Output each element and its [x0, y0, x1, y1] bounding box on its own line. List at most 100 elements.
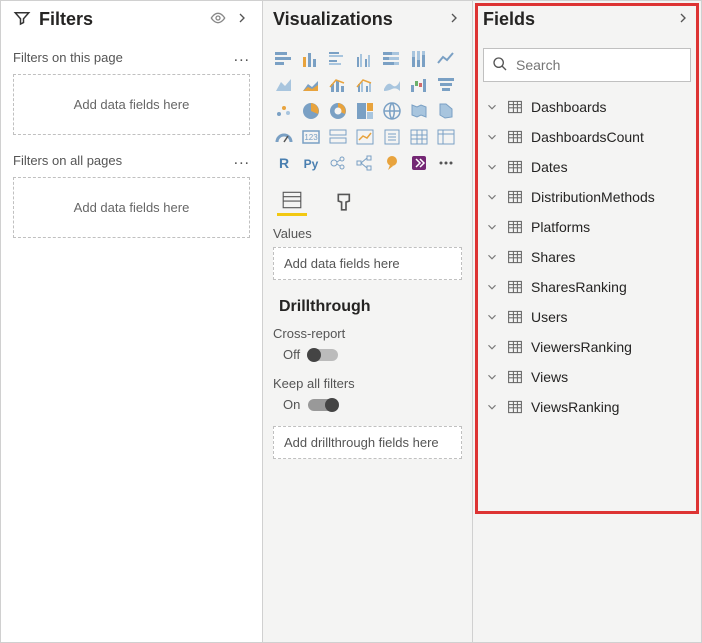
table-icon[interactable] [408, 126, 430, 148]
field-table-label: Views [531, 369, 568, 385]
values-label: Values [273, 226, 462, 241]
visualizations-title: Visualizations [273, 9, 438, 30]
visualization-type-grid: 123 R Py [273, 48, 462, 174]
filters-drop-all[interactable]: Add data fields here [13, 177, 250, 238]
svg-text:123: 123 [304, 133, 318, 142]
chevron-down-icon [485, 340, 499, 354]
format-tab[interactable] [331, 186, 361, 216]
stacked-bar-100-icon[interactable] [381, 48, 403, 70]
filters-section-label-0: Filters on this page [13, 50, 123, 65]
visualizations-pane: Visualizations [263, 1, 473, 642]
drillthrough-drop[interactable]: Add drillthrough fields here [273, 426, 462, 459]
powerapps-visual-icon[interactable] [408, 152, 430, 174]
cross-report-toggle[interactable] [308, 349, 338, 361]
field-table-item[interactable]: Dates [483, 154, 691, 180]
area-chart-icon[interactable] [273, 74, 295, 96]
field-table-item[interactable]: Users [483, 304, 691, 330]
field-table-item[interactable]: Shares [483, 244, 691, 270]
stacked-column-100-icon[interactable] [408, 48, 430, 70]
chevron-down-icon [485, 220, 499, 234]
table-icon [507, 249, 523, 265]
treemap-icon[interactable] [354, 100, 376, 122]
field-table-label: ViewsRanking [531, 399, 619, 415]
field-table-item[interactable]: Platforms [483, 214, 691, 240]
chevron-right-icon[interactable] [234, 10, 250, 29]
decomposition-tree-icon[interactable] [354, 152, 376, 174]
table-icon [507, 369, 523, 385]
filters-pane: Filters Filters on this page ... Add dat… [1, 1, 263, 642]
search-input[interactable] [516, 57, 697, 73]
more-visuals-icon[interactable] [435, 152, 457, 174]
key-influencers-icon[interactable] [327, 152, 349, 174]
card-icon[interactable]: 123 [300, 126, 322, 148]
field-table-label: Dates [531, 159, 568, 175]
clustered-bar-chart-icon[interactable] [327, 48, 349, 70]
chevron-down-icon [485, 160, 499, 174]
cross-report-state: Off [283, 347, 300, 362]
python-visual-icon[interactable]: Py [300, 152, 322, 174]
field-table-label: DashboardsCount [531, 129, 644, 145]
stacked-column-chart-icon[interactable] [300, 48, 322, 70]
stacked-bar-chart-icon[interactable] [273, 48, 295, 70]
filled-map-icon[interactable] [408, 100, 430, 122]
pie-chart-icon[interactable] [300, 100, 322, 122]
ribbon-chart-icon[interactable] [381, 74, 403, 96]
fields-title: Fields [483, 9, 667, 30]
field-table-label: Users [531, 309, 568, 325]
donut-chart-icon[interactable] [327, 100, 349, 122]
chevron-down-icon [485, 250, 499, 264]
r-visual-icon[interactable]: R [273, 152, 295, 174]
svg-text:Py: Py [304, 157, 319, 171]
chevron-right-icon[interactable] [446, 10, 462, 29]
stacked-area-chart-icon[interactable] [300, 74, 322, 96]
keep-filters-label: Keep all filters [273, 376, 462, 391]
table-icon [507, 99, 523, 115]
keep-filters-toggle[interactable] [308, 399, 338, 411]
waterfall-chart-icon[interactable] [408, 74, 430, 96]
funnel-chart-icon[interactable] [435, 74, 457, 96]
slicer-icon[interactable] [381, 126, 403, 148]
line-clustered-column-icon[interactable] [354, 74, 376, 96]
field-table-label: Dashboards [531, 99, 607, 115]
field-table-item[interactable]: SharesRanking [483, 274, 691, 300]
chevron-down-icon [485, 100, 499, 114]
table-icon [507, 399, 523, 415]
chevron-down-icon [485, 280, 499, 294]
field-table-item[interactable]: ViewersRanking [483, 334, 691, 360]
fields-tab[interactable] [277, 186, 307, 216]
line-stacked-column-icon[interactable] [327, 74, 349, 96]
field-table-item[interactable]: Views [483, 364, 691, 390]
kpi-icon[interactable] [354, 126, 376, 148]
chevron-down-icon [485, 130, 499, 144]
more-icon[interactable]: ... [234, 48, 250, 66]
table-icon [507, 129, 523, 145]
eye-icon[interactable] [210, 10, 226, 29]
map-icon[interactable] [381, 100, 403, 122]
qa-visual-icon[interactable] [381, 152, 403, 174]
values-drop[interactable]: Add data fields here [273, 247, 462, 280]
clustered-column-chart-icon[interactable] [354, 48, 376, 70]
shape-map-icon[interactable] [435, 100, 457, 122]
field-table-item[interactable]: DistributionMethods [483, 184, 691, 210]
chevron-down-icon [485, 310, 499, 324]
field-format-tabs [277, 186, 462, 216]
fields-search[interactable] [483, 48, 691, 82]
field-table-item[interactable]: ViewsRanking [483, 394, 691, 420]
field-table-label: SharesRanking [531, 279, 627, 295]
table-icon [507, 189, 523, 205]
table-icon [507, 339, 523, 355]
table-icon [507, 309, 523, 325]
gauge-icon[interactable] [273, 126, 295, 148]
more-icon[interactable]: ... [234, 151, 250, 169]
filters-drop-page[interactable]: Add data fields here [13, 74, 250, 135]
line-chart-icon[interactable] [435, 48, 457, 70]
matrix-icon[interactable] [435, 126, 457, 148]
multi-row-card-icon[interactable] [327, 126, 349, 148]
field-table-label: DistributionMethods [531, 189, 655, 205]
drillthrough-title: Drillthrough [279, 298, 462, 316]
scatter-chart-icon[interactable] [273, 100, 295, 122]
field-table-item[interactable]: Dashboards [483, 94, 691, 120]
field-table-item[interactable]: DashboardsCount [483, 124, 691, 150]
field-table-label: Shares [531, 249, 575, 265]
chevron-right-icon[interactable] [675, 10, 691, 29]
